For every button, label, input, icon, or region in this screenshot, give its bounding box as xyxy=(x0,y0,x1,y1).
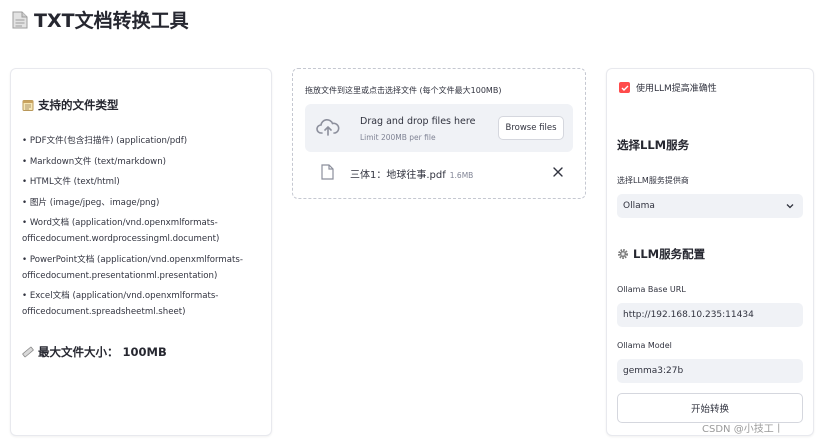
provider-label: 选择LLM服务提供商 xyxy=(617,176,689,185)
uploader-hint: 拖放文件到这里或点击选择文件 (每个文件最大100MB) xyxy=(305,86,502,95)
file-size: 1.6MB xyxy=(449,171,474,180)
start-convert-button[interactable]: 开始转换 xyxy=(617,393,803,423)
list-item: PDF文件(包含扫描件) (application/pdf) xyxy=(22,133,262,149)
max-size-heading: 最大文件大小： 100MB xyxy=(22,344,167,360)
chevron-down-icon xyxy=(786,204,794,209)
llm-service-heading: 选择LLM服务 xyxy=(617,138,690,152)
list-item: Excel文档 (application/vnd.openxmlformats-… xyxy=(22,288,262,320)
drop-zone[interactable]: Drag and drop files here Limit 200MB per… xyxy=(305,104,573,152)
supported-types-list: PDF文件(包含扫描件) (application/pdf) Markdown文… xyxy=(22,133,262,325)
list-item: HTML文件 (text/html) xyxy=(22,174,262,190)
drop-limit: Limit 200MB per file xyxy=(360,133,436,142)
page-title: TXT文档转换工具 xyxy=(12,6,189,33)
use-llm-checkbox[interactable]: 使用LLM提高准确性 xyxy=(619,81,717,94)
drop-title: Drag and drop files here xyxy=(360,116,476,127)
file-uploader: 拖放文件到这里或点击选择文件 (每个文件最大100MB) Drag and dr… xyxy=(292,68,586,199)
list-item: 图片 (image/jpeg、image/png) xyxy=(22,195,262,211)
list-item: Markdown文件 (text/markdown) xyxy=(22,154,262,170)
browse-files-button[interactable]: Browse files xyxy=(498,116,564,140)
cloud-upload-icon xyxy=(316,119,340,136)
provider-select[interactable]: Ollama xyxy=(617,194,803,218)
ruler-icon xyxy=(22,346,34,358)
notepad-icon xyxy=(22,100,34,111)
llm-config-heading: LLM服务配置 xyxy=(617,246,705,262)
model-label: Ollama Model xyxy=(617,341,672,350)
list-item: Word文档 (application/vnd.openxmlformats-o… xyxy=(22,215,262,247)
checkbox-label: 使用LLM提高准确性 xyxy=(636,84,717,94)
watermark: CSDN @小技工丨 xyxy=(702,424,784,435)
model-input[interactable]: gemma3:27b xyxy=(617,359,803,383)
supported-types-heading: 支持的文件类型 xyxy=(22,97,119,113)
base-url-label: Ollama Base URL xyxy=(617,285,686,294)
gear-icon xyxy=(618,249,628,259)
file-info-card: 支持的文件类型 PDF文件(包含扫描件) (application/pdf) M… xyxy=(10,68,272,436)
page-title-text: TXT文档转换工具 xyxy=(34,10,189,32)
uploaded-file-row: 三体1：地球往事.pdf 1.6MB xyxy=(305,160,573,186)
close-icon[interactable] xyxy=(553,167,563,177)
file-icon xyxy=(321,164,334,180)
list-item: PowerPoint文档 (application/vnd.openxmlfor… xyxy=(22,252,262,284)
base-url-input[interactable]: http://192.168.10.235:11434 xyxy=(617,303,803,327)
document-icon xyxy=(12,11,28,28)
checkbox-checked-icon[interactable] xyxy=(619,82,630,93)
file-name: 三体1：地球往事.pdf 1.6MB xyxy=(350,170,474,181)
llm-settings-card: 使用LLM提高准确性 选择LLM服务 选择LLM服务提供商 Ollama LLM… xyxy=(606,68,814,436)
